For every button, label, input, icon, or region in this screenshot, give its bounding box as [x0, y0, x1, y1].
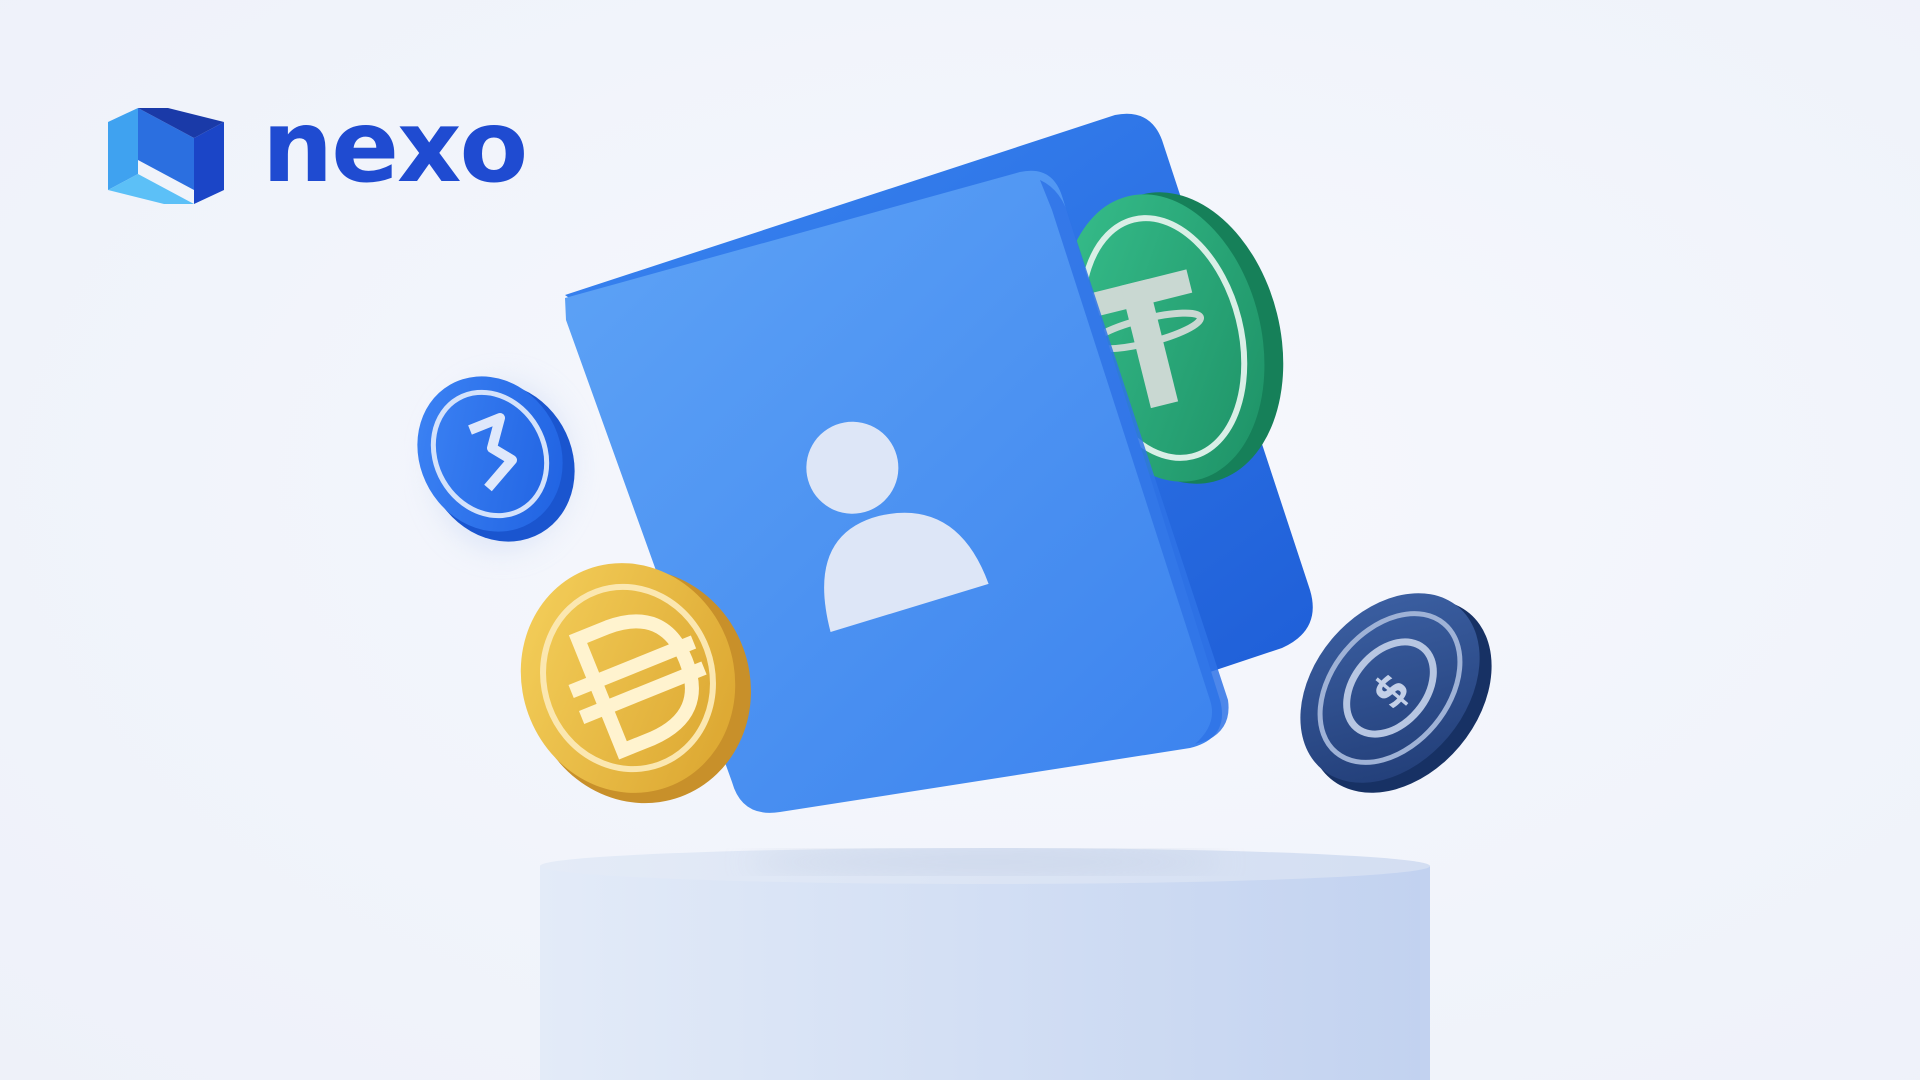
hero-banner: nexo $	[0, 0, 1920, 1080]
pedestal-icon	[540, 848, 1430, 1080]
wallet-illustration: $	[417, 113, 1492, 1080]
usdc-coin-icon	[417, 376, 575, 550]
